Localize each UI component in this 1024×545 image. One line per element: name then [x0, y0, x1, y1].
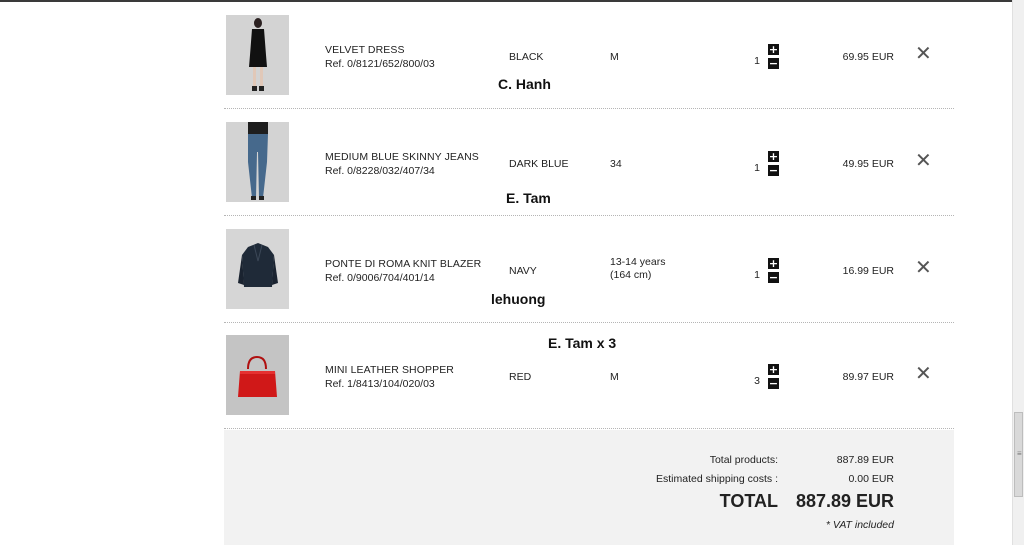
- increase-quantity-button[interactable]: +: [768, 151, 779, 162]
- jeans-image[interactable]: [226, 122, 289, 202]
- remove-item-icon[interactable]: ✕: [915, 257, 932, 277]
- shipping-value: 0.00 EUR: [848, 473, 894, 485]
- decrease-quantity-button[interactable]: −: [768, 165, 779, 176]
- product-name[interactable]: PONTE DI ROMA KNIT BLAZER: [325, 258, 481, 270]
- cart-item-row: MEDIUM BLUE SKINNY JEANS Ref. 0/8228/032…: [224, 109, 954, 216]
- product-name[interactable]: MINI LEATHER SHOPPER: [325, 364, 454, 376]
- product-price: 89.97 EUR: [842, 371, 894, 383]
- blazer-image[interactable]: [226, 229, 289, 309]
- product-price: 49.95 EUR: [842, 158, 894, 170]
- product-size: M: [610, 51, 619, 63]
- total-products-label: Total products:: [709, 454, 778, 466]
- order-summary: Total products: 887.89 EUR Estimated shi…: [224, 430, 954, 545]
- total-value: 887.89 EUR: [795, 491, 894, 511]
- grip-icon: ≡: [1017, 449, 1022, 458]
- increase-quantity-button[interactable]: +: [768, 258, 779, 269]
- product-color: NAVY: [509, 265, 537, 277]
- quantity-stepper: + −: [768, 258, 779, 286]
- decrease-quantity-button[interactable]: −: [768, 272, 779, 283]
- quantity-value: 1: [754, 162, 760, 174]
- quantity-value: 1: [754, 269, 760, 281]
- quantity-value: 3: [754, 375, 760, 387]
- quantity-stepper: + −: [768, 44, 779, 72]
- scrollbar-thumb[interactable]: ≡: [1014, 412, 1023, 497]
- decrease-quantity-button[interactable]: −: [768, 58, 779, 69]
- product-ref: Ref. 0/9006/704/401/14: [325, 272, 435, 284]
- total-label: TOTAL: [719, 491, 778, 511]
- product-name[interactable]: VELVET DRESS: [325, 44, 405, 56]
- buyer-note: lehuong: [491, 291, 546, 307]
- product-ref: Ref. 0/8228/032/407/34: [325, 165, 435, 177]
- increase-quantity-button[interactable]: +: [768, 364, 779, 375]
- product-color: DARK BLUE: [509, 158, 569, 170]
- product-size: M: [610, 371, 619, 383]
- product-price: 16.99 EUR: [842, 265, 894, 277]
- dress-image[interactable]: [226, 15, 289, 95]
- decrease-quantity-button[interactable]: −: [768, 378, 779, 389]
- vat-note: * VAT included: [825, 519, 894, 531]
- buyer-note: E. Tam x 3: [548, 335, 617, 351]
- product-size: 13-14 years (164 cm): [610, 256, 666, 281]
- product-ref: Ref. 0/8121/652/800/03: [325, 58, 435, 70]
- cart-item-row: PONTE DI ROMA KNIT BLAZER Ref. 0/9006/70…: [224, 216, 954, 323]
- product-name[interactable]: MEDIUM BLUE SKINNY JEANS: [325, 151, 479, 163]
- buyer-note: C. Hanh: [498, 76, 551, 92]
- buyer-note: E. Tam: [506, 190, 551, 206]
- product-color: BLACK: [509, 51, 544, 63]
- product-price: 69.95 EUR: [842, 51, 894, 63]
- product-ref: Ref. 1/8413/104/020/03: [325, 378, 435, 390]
- product-size: 34: [610, 158, 622, 170]
- remove-item-icon[interactable]: ✕: [915, 43, 932, 63]
- vertical-scrollbar[interactable]: ≡: [1012, 0, 1024, 545]
- increase-quantity-button[interactable]: +: [768, 44, 779, 55]
- product-color: RED: [509, 371, 532, 383]
- cart-item-row: VELVET DRESS Ref. 0/8121/652/800/03 BLAC…: [224, 2, 954, 109]
- quantity-stepper: + −: [768, 151, 779, 179]
- remove-item-icon[interactable]: ✕: [915, 363, 932, 383]
- remove-item-icon[interactable]: ✕: [915, 150, 932, 170]
- shipping-label: Estimated shipping costs :: [656, 473, 778, 485]
- handbag-image[interactable]: [226, 335, 289, 415]
- quantity-stepper: + −: [768, 364, 779, 392]
- total-products-value: 887.89 EUR: [836, 454, 894, 466]
- quantity-value: 1: [754, 55, 760, 67]
